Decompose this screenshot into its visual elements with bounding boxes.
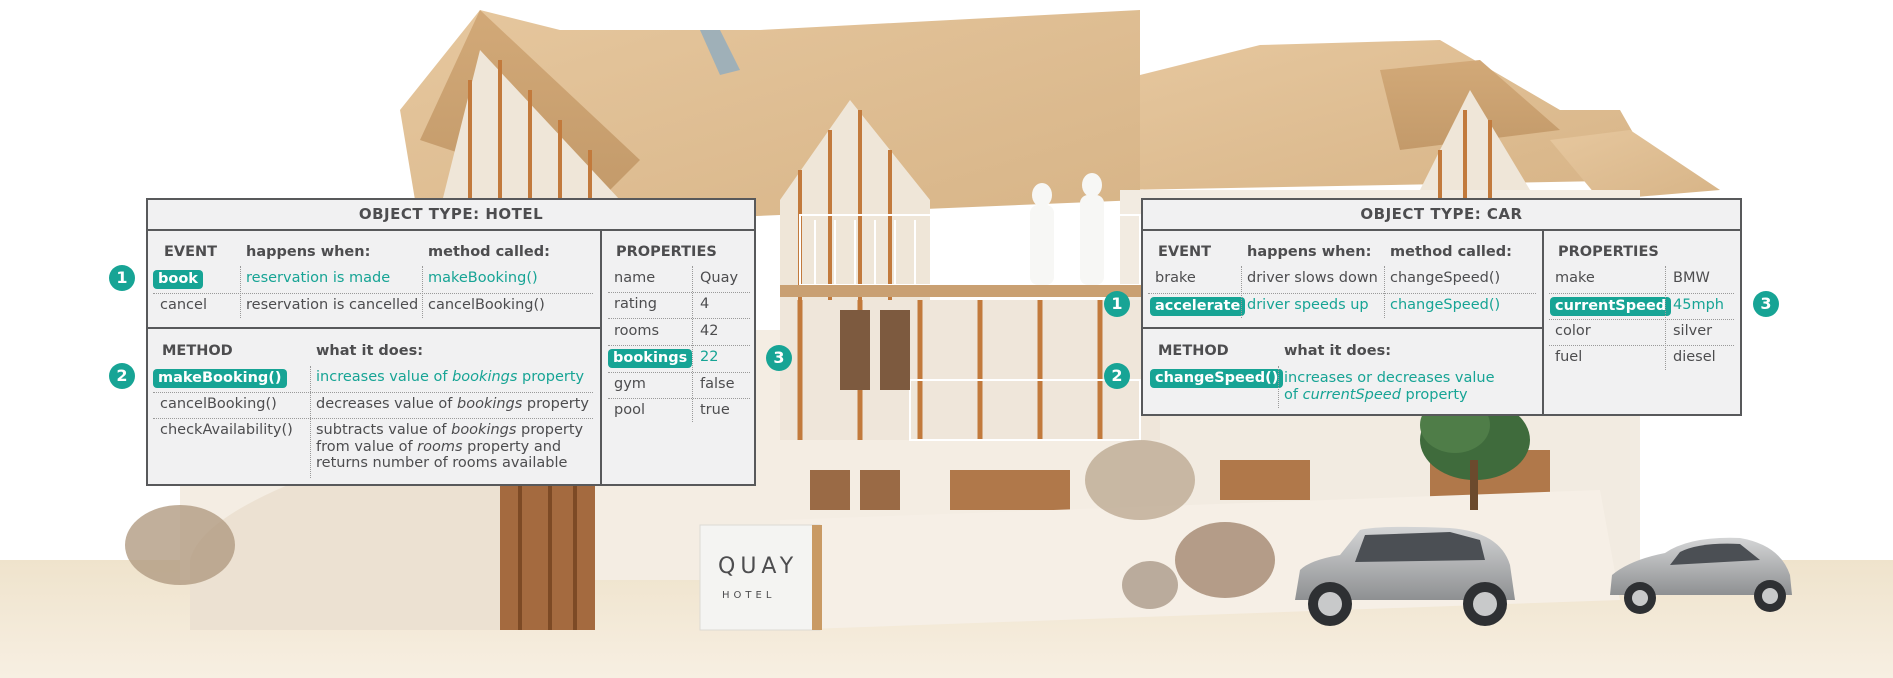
row-separator	[1549, 319, 1734, 320]
hotel-event-cancel: cancel	[160, 297, 207, 313]
row-separator	[1549, 345, 1734, 346]
row-separator	[153, 418, 593, 419]
hotel-method-cancelbooking: cancelBooking()	[160, 396, 277, 412]
hotel-panel-title: OBJECT TYPE: HOTEL	[148, 200, 754, 231]
column-separator	[692, 266, 693, 422]
car-properties-header: PROPERTIES	[1558, 244, 1659, 260]
hotel-prop-pool: pool	[614, 402, 645, 418]
car-marker-2: 2	[1104, 363, 1130, 389]
car-event-header: EVENT	[1158, 244, 1212, 260]
column-separator	[310, 366, 311, 478]
hotel-event-book-happens: reservation is made	[246, 270, 391, 286]
hotel-event-header: EVENT	[164, 244, 218, 260]
car-prop-make-value: BMW	[1673, 270, 1710, 286]
car-prop-fuel: fuel	[1555, 349, 1583, 365]
car-prop-currentspeed: currentSpeed	[1550, 297, 1672, 316]
row-separator	[153, 392, 593, 393]
hotel-prop-rooms: rooms	[614, 323, 660, 339]
hotel-prop-bookings: bookings	[608, 349, 693, 368]
car-method-header: METHOD	[1158, 343, 1229, 359]
row-separator	[608, 345, 750, 346]
column-separator	[240, 266, 241, 318]
car-prop-color: color	[1555, 323, 1591, 339]
row-separator	[608, 292, 750, 293]
car-panel-divider	[1542, 229, 1544, 414]
hotel-object-panel: OBJECT TYPE: HOTEL EVENT happens when: m…	[146, 198, 756, 486]
hotel-prop-name-value: Quay	[700, 270, 739, 286]
car-event-brake-called: changeSpeed()	[1390, 270, 1501, 286]
hotel-prop-rating-value: 4	[700, 296, 710, 312]
car-event-accelerate-called: changeSpeed()	[1390, 297, 1501, 313]
column-separator	[1384, 266, 1385, 318]
hotel-marker-1: 1	[109, 265, 135, 291]
hotel-event-cancel-called: cancelBooking()	[428, 297, 545, 313]
row-separator	[608, 372, 750, 373]
car-does-header: what it does:	[1284, 343, 1392, 359]
car-event-accelerate-happens: driver speeds up	[1247, 297, 1369, 313]
hotel-event-cancel-happens: reservation is cancelled	[246, 297, 419, 313]
car-panel-hdivider	[1143, 327, 1542, 329]
car-method-changespeed: changeSpeed()	[1150, 369, 1284, 388]
hotel-does-header: what it does:	[316, 343, 424, 359]
row-separator	[608, 318, 750, 319]
hotel-prop-name: name	[614, 270, 656, 286]
car-marker-3: 3	[1753, 291, 1779, 317]
car-panel-title: OBJECT TYPE: CAR	[1143, 200, 1740, 231]
car-method-changespeed-does: increases or decreases value of currentS…	[1284, 370, 1495, 403]
column-separator	[1665, 266, 1666, 370]
car-event-brake-happens: driver slows down	[1247, 270, 1378, 286]
row-separator	[153, 293, 593, 294]
hotel-marker-2: 2	[109, 363, 135, 389]
car-event-brake: brake	[1155, 270, 1196, 286]
hotel-method-checkavailability: checkAvailability()	[160, 422, 293, 438]
column-separator	[422, 266, 423, 318]
car-event-accelerate: accelerate	[1150, 297, 1246, 316]
hotel-method-header: METHOD	[162, 343, 233, 359]
hotel-prop-gym: gym	[614, 376, 646, 392]
car-prop-color-value: silver	[1673, 323, 1713, 339]
hotel-prop-gym-value: false	[700, 376, 735, 392]
hotel-prop-rooms-value: 42	[700, 323, 719, 339]
row-separator	[608, 398, 750, 399]
car-marker-1: 1	[1104, 291, 1130, 317]
hotel-prop-rating: rating	[614, 296, 657, 312]
car-prop-fuel-value: diesel	[1673, 349, 1716, 365]
hotel-event-book: book	[153, 270, 203, 289]
car-prop-make: make	[1555, 270, 1595, 286]
sign-quay: QUAY	[718, 554, 799, 579]
car-prop-currentspeed-value: 45mph	[1673, 297, 1724, 313]
hotel-marker-3: 3	[766, 345, 792, 371]
hotel-properties-header: PROPERTIES	[616, 244, 717, 260]
car-called-header: method called:	[1390, 244, 1512, 260]
column-separator	[1278, 366, 1279, 408]
car-object-panel: OBJECT TYPE: CAR EVENT happens when: met…	[1141, 198, 1742, 416]
hotel-called-header: method called:	[428, 244, 550, 260]
car-happens-header: happens when:	[1247, 244, 1372, 260]
hotel-prop-bookings-value: 22	[700, 349, 719, 365]
hotel-prop-pool-value: true	[700, 402, 730, 418]
row-separator	[1549, 293, 1734, 294]
hotel-method-makebooking-does: increases value of bookings property	[316, 369, 585, 385]
hotel-method-checkavailability-does: subtracts value of bookings property fro…	[316, 422, 584, 471]
row-separator	[1148, 293, 1536, 294]
hotel-happens-header: happens when:	[246, 244, 371, 260]
hotel-panel-hdivider	[148, 327, 600, 329]
hotel-event-book-called: makeBooking()	[428, 270, 538, 286]
hotel-method-cancelbooking-does: decreases value of bookings property	[316, 396, 590, 412]
sign-hotel: HOTEL	[722, 590, 776, 601]
hotel-panel-divider	[600, 229, 602, 484]
column-separator	[1241, 266, 1242, 318]
hotel-method-makebooking: makeBooking()	[153, 369, 287, 388]
